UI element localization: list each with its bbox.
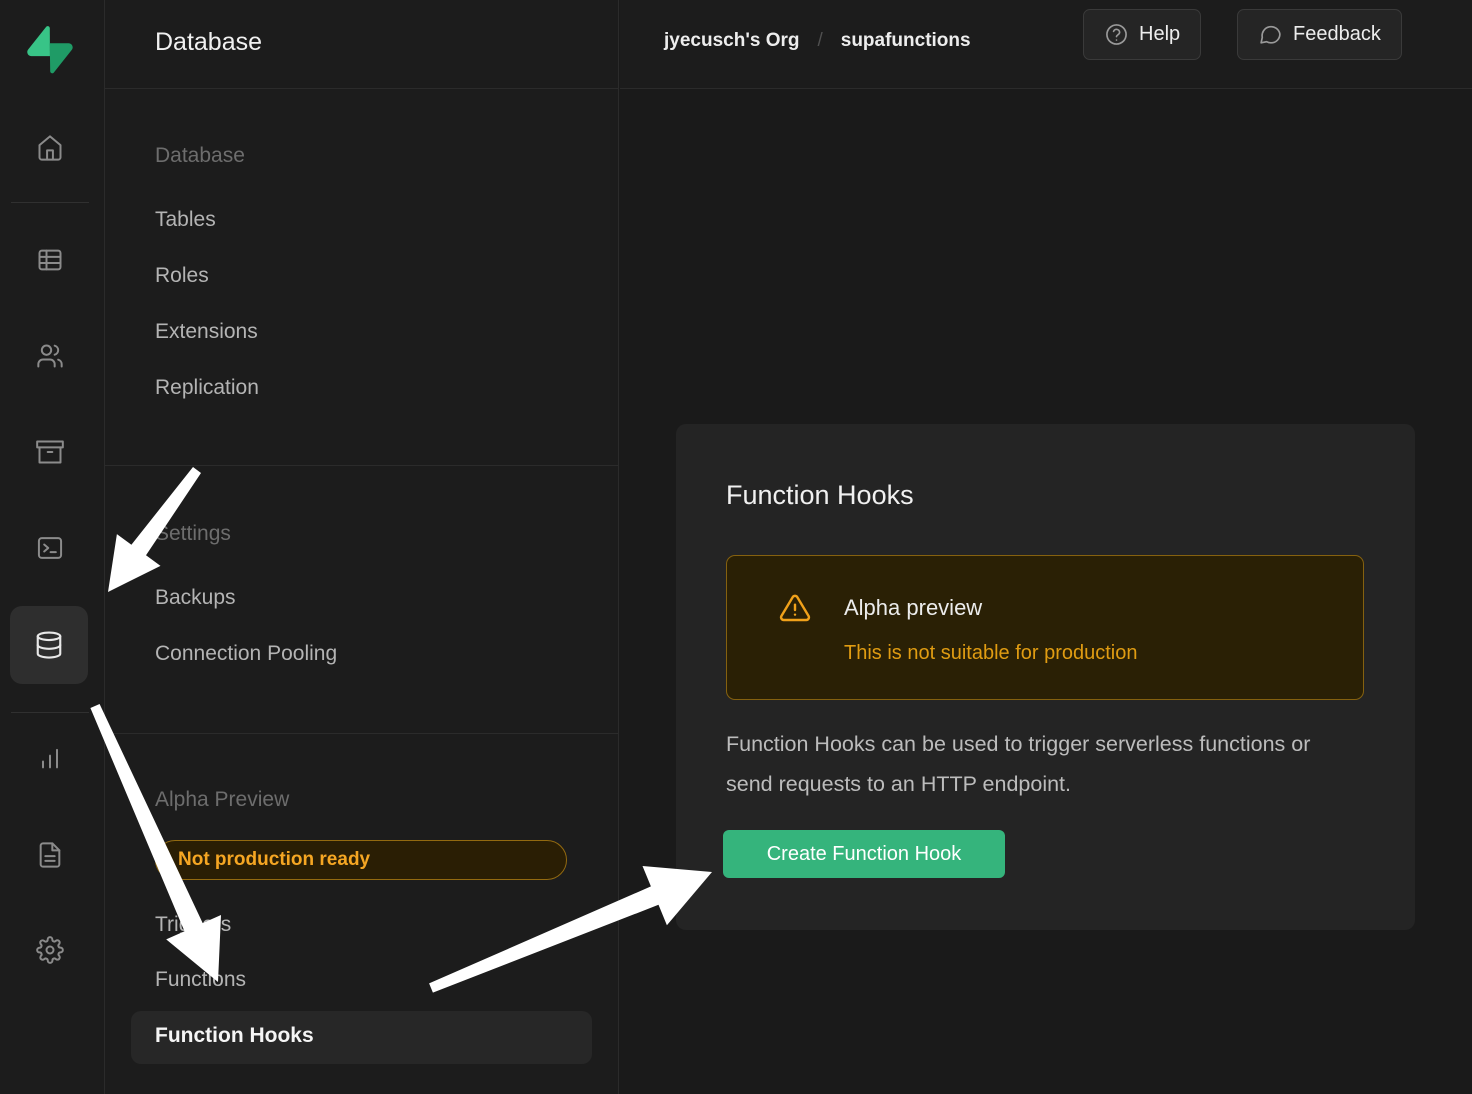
- sidebar-divider: [105, 733, 618, 734]
- supabase-logo[interactable]: [27, 26, 73, 74]
- sidebar-item-replication[interactable]: Replication: [155, 376, 259, 400]
- alpha-preview-alert: Alpha preview This is not suitable for p…: [726, 555, 1364, 700]
- alert-subtitle: This is not suitable for production: [844, 642, 1138, 665]
- storage-icon[interactable]: [36, 438, 64, 466]
- function-hooks-panel: Function Hooks Alpha preview This is not…: [676, 424, 1415, 930]
- not-production-ready-badge: Not production ready: [155, 840, 567, 880]
- home-icon[interactable]: [36, 134, 64, 162]
- sidebar-header: Database: [105, 0, 618, 89]
- group-label-database: Database: [155, 144, 245, 168]
- alert-title: Alpha preview: [844, 595, 982, 621]
- help-circle-icon: [1104, 22, 1129, 47]
- breadcrumb-org[interactable]: jyecusch's Org: [664, 30, 799, 52]
- panel-title: Function Hooks: [726, 480, 914, 511]
- sidebar-item-tables[interactable]: Tables: [155, 208, 216, 232]
- speech-bubble-icon: [1258, 22, 1283, 47]
- sidebar-item-extensions[interactable]: Extensions: [155, 320, 258, 344]
- sidebar-item-connection-pooling[interactable]: Connection Pooling: [155, 642, 337, 666]
- top-header: jyecusch's Org / supafunctions Help Feed…: [620, 0, 1472, 89]
- sidebar-item-functions[interactable]: Functions: [155, 968, 246, 992]
- settings-gear-icon[interactable]: [36, 936, 64, 964]
- sidebar-divider: [105, 465, 618, 466]
- breadcrumb-project[interactable]: supafunctions: [841, 30, 971, 52]
- breadcrumb-separator: /: [817, 30, 822, 52]
- database-icon: [34, 630, 64, 660]
- rail-divider: [11, 202, 89, 203]
- breadcrumb: jyecusch's Org / supafunctions: [664, 30, 971, 52]
- sql-terminal-icon[interactable]: [36, 534, 64, 562]
- sidebar-title: Database: [155, 28, 262, 57]
- help-button[interactable]: Help: [1083, 9, 1201, 60]
- warning-triangle-icon: [779, 592, 811, 624]
- logs-icon[interactable]: [36, 841, 64, 869]
- database-nav-active[interactable]: [10, 606, 88, 684]
- sidebar-item-function-hooks[interactable]: Function Hooks: [131, 1011, 592, 1064]
- icon-rail: [0, 0, 105, 1094]
- table-editor-icon[interactable]: [36, 246, 64, 274]
- sidebar-item-backups[interactable]: Backups: [155, 586, 236, 610]
- panel-description: Function Hooks can be used to trigger se…: [726, 724, 1351, 804]
- database-sidebar: Database Database Tables Roles Extension…: [105, 0, 619, 1094]
- group-label-settings: Settings: [155, 522, 231, 546]
- sidebar-item-roles[interactable]: Roles: [155, 264, 209, 288]
- create-function-hook-button[interactable]: Create Function Hook: [723, 830, 1005, 878]
- rail-divider: [11, 712, 89, 713]
- group-label-alpha-preview: Alpha Preview: [155, 788, 289, 812]
- reports-icon[interactable]: [36, 744, 64, 772]
- feedback-button[interactable]: Feedback: [1237, 9, 1402, 60]
- auth-users-icon[interactable]: [36, 342, 64, 370]
- sidebar-item-triggers[interactable]: Triggers: [155, 913, 231, 937]
